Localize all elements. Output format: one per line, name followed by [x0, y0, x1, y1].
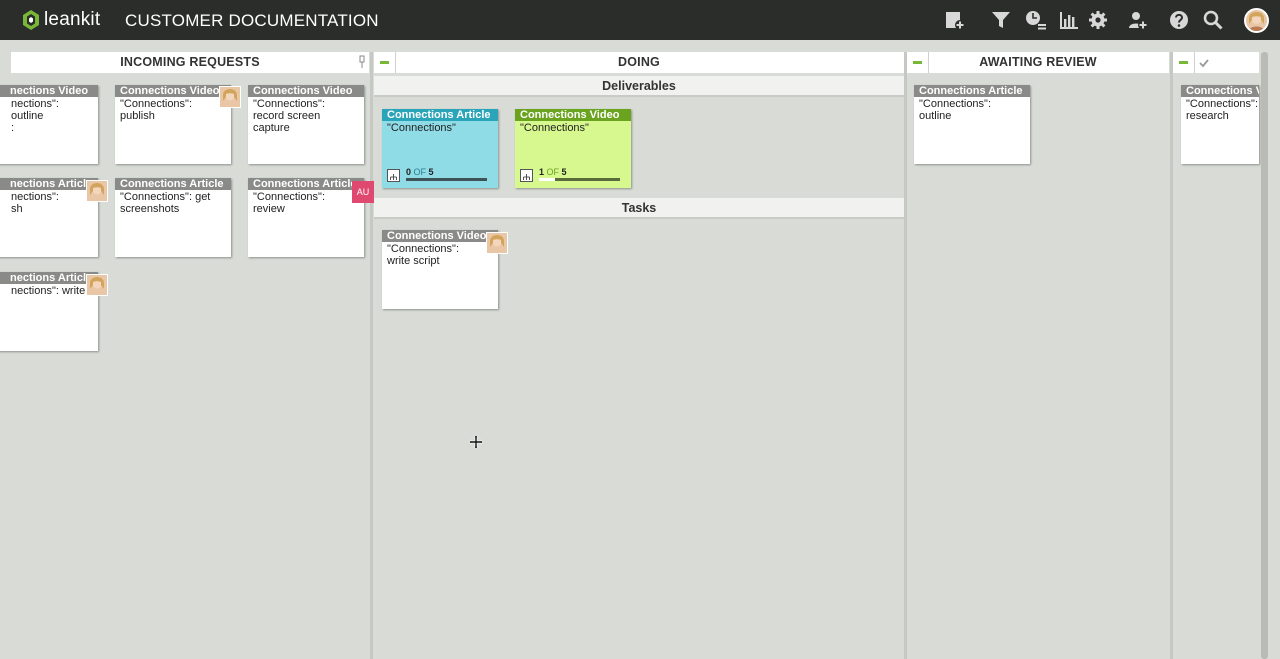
leankit-logo[interactable]: leankit [22, 9, 100, 31]
card-type: Connections Video [115, 85, 231, 97]
lane-title: INCOMING REQUESTS [120, 55, 260, 69]
card-title: "Connections": get screenshots [120, 191, 211, 215]
progress-indicator[interactable]: 1 OF 5 [520, 167, 624, 183]
card-title: "Connections": review [253, 191, 326, 215]
card-title: "Connections": publish [120, 98, 193, 122]
add-user-icon[interactable] [1127, 9, 1149, 31]
card-type: Connections Video [515, 109, 631, 121]
search-icon[interactable] [1202, 9, 1224, 31]
progress-bar [406, 178, 487, 181]
progress-fill [539, 178, 556, 181]
collapse-lane-icon[interactable] [1173, 52, 1195, 73]
assignee-avatar[interactable] [486, 232, 508, 254]
card-type: Connections Article [115, 178, 231, 190]
board-title: CUSTOMER DOCUMENTATION [125, 11, 379, 30]
card-title: "Connections": record screen capture [253, 98, 326, 134]
pin-icon[interactable] [357, 55, 367, 69]
collapse-lane-icon[interactable] [374, 52, 396, 73]
card-title: "Connections": write script [387, 243, 460, 267]
lane-header-incoming[interactable]: INCOMING REQUESTS [11, 52, 369, 73]
lane-divider [1170, 52, 1173, 659]
tree-icon [520, 169, 533, 182]
lane-divider [904, 52, 907, 659]
help-icon[interactable] [1168, 9, 1190, 31]
lane-divider [370, 52, 373, 659]
card[interactable]: Connections Article "Connections": revie… [248, 178, 364, 257]
activity-icon[interactable] [1025, 9, 1047, 31]
card[interactable]: nections Article nections": sh [0, 178, 98, 257]
progress-indicator[interactable]: 0 OF 5 [387, 167, 491, 183]
card-title: "Connections" [520, 122, 589, 134]
card-title: nections": sh [11, 191, 59, 215]
card[interactable]: Connections Article "Connections": outli… [914, 85, 1030, 164]
card-title: nections": outline : [11, 98, 59, 134]
settings-icon[interactable] [1087, 9, 1109, 31]
progress-bar [539, 178, 620, 181]
lane-title: AWAITING REVIEW [979, 55, 1097, 69]
card-title: "Connections": research [1186, 98, 1259, 122]
card[interactable]: nections Video nections": outline : [0, 85, 98, 164]
tree-icon [387, 169, 400, 182]
lane-header-done[interactable] [1173, 52, 1259, 73]
card-type: Connections Vi [1181, 85, 1259, 97]
card[interactable]: Connections Video "Connections": write s… [382, 230, 498, 309]
card-title: "Connections": outline [919, 98, 992, 122]
card[interactable]: Connections Video "Connections": record … [248, 85, 364, 164]
lane-header-doing[interactable]: DOING [374, 52, 904, 73]
card[interactable]: Connections Article "Connections" 0 OF 5 [382, 109, 498, 188]
card-type: Connections Article [914, 85, 1030, 97]
user-avatar[interactable] [1244, 8, 1269, 33]
reports-icon[interactable] [1058, 9, 1080, 31]
top-bar: leankit CUSTOMER DOCUMENTATION [0, 0, 1280, 40]
logo-text: leankit [44, 9, 101, 30]
card-type: nections Article [0, 272, 98, 284]
lane-header-awaiting-review[interactable]: AWAITING REVIEW [907, 52, 1169, 73]
card[interactable]: Connections Vi "Connections": research [1181, 85, 1259, 164]
sublane-header-deliverables[interactable]: Deliverables [374, 76, 904, 97]
assignee-avatar[interactable] [86, 180, 108, 202]
assignee-avatar[interactable] [86, 274, 108, 296]
check-icon [1198, 56, 1210, 68]
card-title: "Connections" [387, 122, 456, 134]
card-type: Connections Video [248, 85, 364, 97]
sublane-header-tasks[interactable]: Tasks [374, 198, 904, 219]
progress-text: 0 OF 5 [406, 167, 434, 177]
assignee-badge[interactable]: AU [352, 181, 374, 203]
collapse-lane-icon[interactable] [907, 52, 929, 73]
card-type: nections Video [0, 85, 98, 97]
card-type: Connections Article [248, 178, 364, 190]
leankit-logo-icon [22, 9, 40, 31]
filter-icon[interactable] [990, 9, 1012, 31]
card-type: nections Article [0, 178, 98, 190]
progress-text: 1 OF 5 [539, 167, 567, 177]
lane-title: DOING [618, 55, 660, 69]
card[interactable]: Connections Video "Connections" 1 OF 5 [515, 109, 631, 188]
add-card-icon[interactable] [944, 9, 966, 31]
card-title: nections": write [11, 285, 86, 297]
card[interactable]: Connections Video "Connections": publish [115, 85, 231, 164]
vertical-scrollbar[interactable] [1261, 52, 1268, 659]
assignee-avatar[interactable] [219, 86, 241, 108]
card-type: Connections Article [382, 109, 498, 121]
card[interactable]: nections Article nections": write [0, 272, 98, 351]
move-cursor-icon [468, 434, 484, 450]
card-type: Connections Video [382, 230, 498, 242]
card[interactable]: Connections Article "Connections": get s… [115, 178, 231, 257]
